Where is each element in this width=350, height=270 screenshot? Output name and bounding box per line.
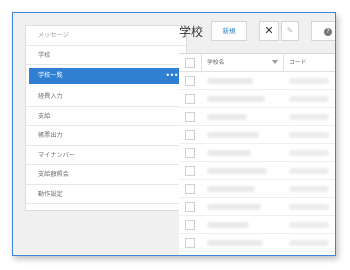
- pencil-icon: ✎: [286, 26, 294, 35]
- sidebar-item-school[interactable]: 学校: [26, 46, 186, 65]
- select-all-checkbox[interactable]: [185, 58, 195, 68]
- sidebar-item-payment[interactable]: 支給: [26, 107, 186, 126]
- help-button[interactable]: ?: [311, 21, 335, 41]
- table-row[interactable]: [179, 144, 335, 162]
- table-row[interactable]: [179, 108, 335, 126]
- new-button[interactable]: 新規: [211, 21, 247, 41]
- redacted-cell: [207, 186, 255, 192]
- redacted-cell: [289, 186, 329, 192]
- redacted-cell: [207, 240, 263, 246]
- close-button[interactable]: ✕: [259, 21, 279, 41]
- redacted-cell: [289, 222, 329, 228]
- column-divider: [201, 54, 202, 71]
- column-header-code[interactable]: コード: [289, 54, 306, 72]
- table-row[interactable]: [179, 72, 335, 90]
- sidebar: メッセージ 学校 学校一覧 ••• 経費入力 支給 帳票出力 マイナンバー 支給…: [25, 25, 187, 211]
- redacted-cell: [289, 240, 329, 246]
- sidebar-item-settings[interactable]: 動作設定: [26, 185, 186, 204]
- school-table: 学校名 コード: [179, 53, 335, 255]
- redacted-cell: [207, 150, 251, 156]
- app-window: メッセージ 学校 学校一覧 ••• 経費入力 支給 帳票出力 マイナンバー 支給…: [12, 12, 336, 256]
- column-header-school-name[interactable]: 学校名: [207, 54, 224, 72]
- sidebar-item-expense-entry[interactable]: 経費入力: [26, 87, 186, 107]
- redacted-cell: [207, 96, 265, 102]
- row-checkbox[interactable]: [185, 238, 195, 248]
- sidebar-item-label: 支給額照会: [38, 171, 69, 178]
- row-checkbox[interactable]: [185, 94, 195, 104]
- sidebar-item-label: 経費入力: [38, 93, 63, 100]
- sidebar-item-label: マイナンバー: [38, 151, 76, 159]
- redacted-cell: [289, 204, 329, 210]
- sidebar-item-payment-inquiry[interactable]: 支給額照会: [26, 165, 186, 185]
- sidebar-item-label: 動作設定: [38, 190, 63, 198]
- table-row[interactable]: [179, 216, 335, 234]
- redacted-cell: [289, 132, 329, 138]
- redacted-cell: [289, 168, 329, 174]
- table-row[interactable]: [179, 126, 335, 144]
- sidebar-item-label: 学校: [38, 51, 51, 59]
- help-icon: ?: [324, 28, 332, 36]
- sidebar-item-report-output[interactable]: 帳票出力: [26, 126, 186, 146]
- row-checkbox[interactable]: [185, 202, 195, 212]
- sidebar-item-label: 帳票出力: [38, 132, 63, 139]
- redacted-cell: [289, 114, 329, 120]
- redacted-cell: [207, 204, 261, 210]
- redacted-cell: [207, 222, 249, 228]
- row-checkbox[interactable]: [185, 220, 195, 230]
- table-row[interactable]: [179, 252, 335, 255]
- table-row[interactable]: [179, 198, 335, 216]
- sidebar-item-label: 学校一覧: [38, 72, 63, 79]
- table-row[interactable]: [179, 162, 335, 180]
- redacted-cell: [207, 168, 267, 174]
- sidebar-item-my-number[interactable]: マイナンバー: [26, 146, 186, 165]
- main-panel: 学校 新規 ✕ ✎ ? 学校名 コード: [179, 13, 335, 255]
- sidebar-item-messages[interactable]: メッセージ: [26, 26, 186, 46]
- sidebar-item-school-list[interactable]: 学校一覧 •••: [29, 68, 183, 84]
- redacted-cell: [207, 78, 253, 84]
- edit-button[interactable]: ✎: [281, 21, 299, 41]
- row-checkbox[interactable]: [185, 130, 195, 140]
- table-row[interactable]: [179, 180, 335, 198]
- row-checkbox[interactable]: [185, 112, 195, 122]
- row-checkbox[interactable]: [185, 166, 195, 176]
- row-checkbox[interactable]: [185, 184, 195, 194]
- redacted-cell: [289, 78, 329, 84]
- close-icon: ✕: [264, 24, 274, 37]
- redacted-cell: [207, 114, 247, 120]
- sidebar-item-label: 支給: [38, 112, 51, 120]
- filter-icon[interactable]: [272, 60, 278, 64]
- table-header: 学校名 コード: [179, 54, 335, 72]
- column-divider: [283, 54, 284, 71]
- more-options-icon[interactable]: •••: [165, 68, 178, 84]
- table-row[interactable]: [179, 234, 335, 252]
- row-checkbox[interactable]: [185, 148, 195, 158]
- redacted-cell: [207, 132, 259, 138]
- sidebar-item-label: メッセージ: [38, 32, 69, 39]
- redacted-cell: [289, 96, 329, 102]
- page-title: 学校: [179, 25, 204, 39]
- row-checkbox[interactable]: [185, 76, 195, 86]
- table-row[interactable]: [179, 90, 335, 108]
- redacted-cell: [289, 150, 329, 156]
